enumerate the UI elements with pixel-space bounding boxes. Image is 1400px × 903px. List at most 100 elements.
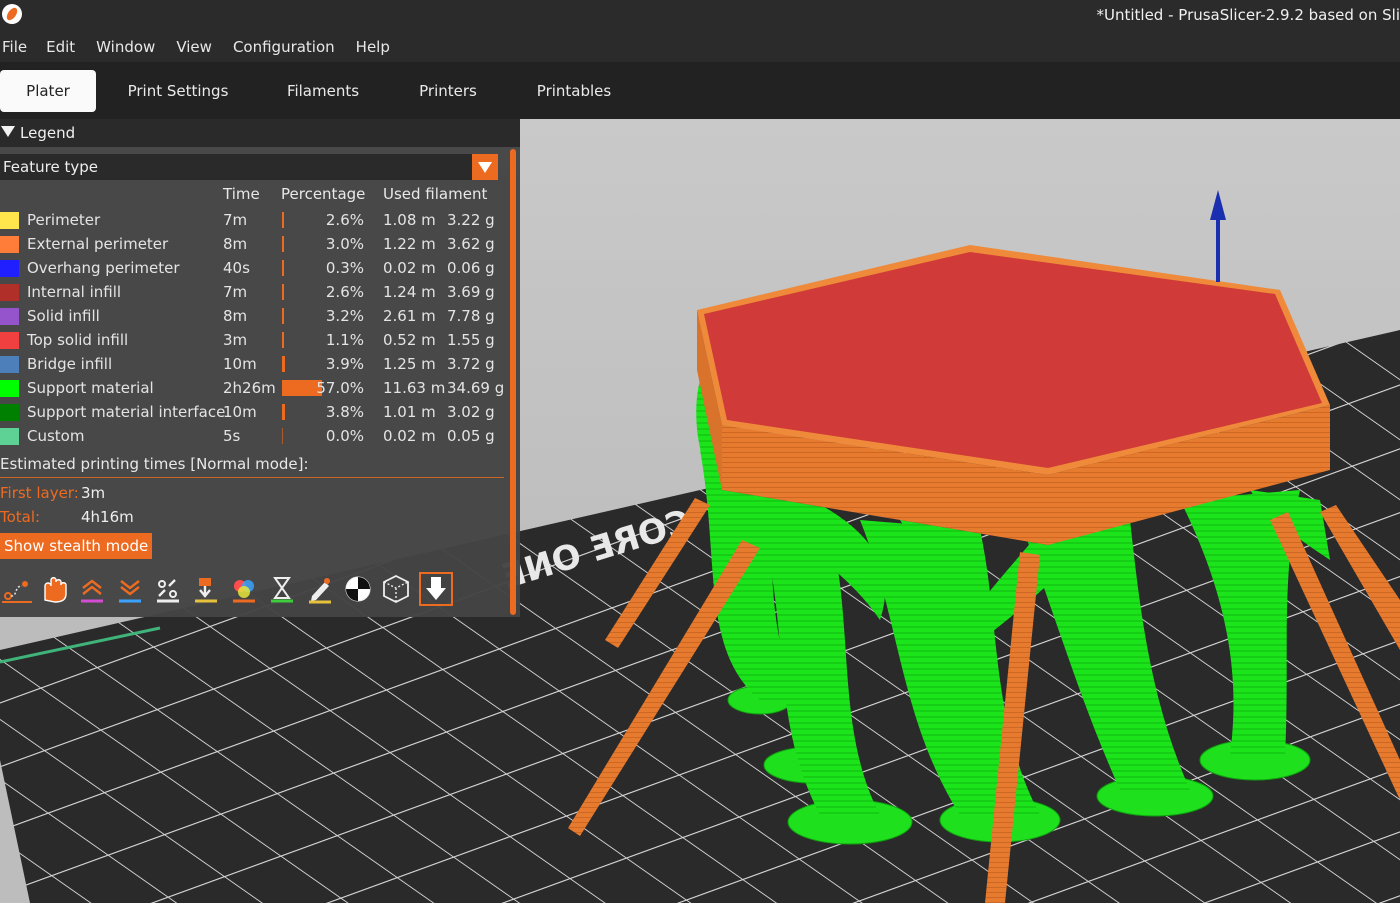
estimated-times-label: Estimated printing times [Normal mode]: <box>0 455 309 473</box>
legend-row-overhang-perimeter[interactable]: Overhang perimeter 40s 0.3% 0.02 m 0.06 g <box>0 257 505 281</box>
color-swatch[interactable] <box>0 428 19 445</box>
legend-row-support-material-interface[interactable]: Support material interface 10m 3.8% 1.01 m 3… <box>0 401 505 425</box>
legend-options-toolbar <box>0 572 505 608</box>
window-title: *Untitled - PrusaSlicer-2.9.2 based on S… <box>1096 6 1400 24</box>
color-swatch[interactable] <box>0 356 19 373</box>
feature-used-meters: 1.25 m <box>383 355 436 373</box>
menu-file[interactable]: File <box>0 38 35 56</box>
legend-row-internal-infill[interactable]: Internal infill 7m 2.6% 1.24 m 3.69 g <box>0 281 505 305</box>
feature-percentage: 3.2% <box>325 307 364 325</box>
legend-row-perimeter[interactable]: Perimeter 7m 2.6% 1.08 m 3.22 g <box>0 209 505 233</box>
percentage-bar <box>282 356 285 372</box>
tab-printables[interactable]: Printables <box>528 70 620 112</box>
feature-percentage: 3.8% <box>325 403 364 421</box>
color-swatch[interactable] <box>0 260 19 277</box>
feature-name: Solid infill <box>27 307 100 325</box>
feature-used-grams: 3.72 g <box>447 355 495 373</box>
feature-used-grams: 3.69 g <box>447 283 495 301</box>
legend-header[interactable]: Legend <box>0 119 520 147</box>
feature-used-grams: 3.62 g <box>447 235 495 253</box>
prusaslicer-window: CORE ONE *Untitled - PrusaSlicer-2.9.2 b… <box>0 0 1400 903</box>
legend-row-external-perimeter[interactable]: External perimeter 8m 3.0% 1.22 m 3.62 g <box>0 233 505 257</box>
tab-bar: Plater Print Settings Filaments Printers… <box>0 62 1400 119</box>
feature-name: Overhang perimeter <box>27 259 180 277</box>
feature-name: Internal infill <box>27 283 122 301</box>
feature-used-meters: 1.24 m <box>383 283 436 301</box>
color-swatch[interactable] <box>0 308 19 325</box>
color-swatch[interactable] <box>0 380 19 397</box>
first-layer-value: 3m <box>81 484 106 502</box>
feature-name: Custom <box>27 427 85 445</box>
center-of-gravity-icon[interactable] <box>341 572 375 606</box>
feature-percentage: 0.0% <box>325 427 364 445</box>
travel-icon[interactable] <box>0 572 34 606</box>
feature-used-grams: 0.06 g <box>447 259 495 277</box>
color-swatch[interactable] <box>0 404 19 421</box>
tab-plater[interactable]: Plater <box>0 70 96 112</box>
pause-prints-icon[interactable] <box>265 572 299 606</box>
feature-used-grams: 0.05 g <box>447 427 495 445</box>
percentage-bar <box>282 404 285 420</box>
feature-name: Support material interface <box>27 403 226 421</box>
seams-icon[interactable] <box>151 572 185 606</box>
feature-percentage: 2.6% <box>325 211 364 229</box>
color-changes-icon[interactable] <box>227 572 261 606</box>
dropdown-arrow-icon[interactable] <box>472 154 498 180</box>
total-label: Total: <box>0 508 41 526</box>
percentage-bar <box>282 212 284 228</box>
percentage-bar <box>282 284 284 300</box>
menu-configuration[interactable]: Configuration <box>230 38 343 56</box>
feature-time: 8m <box>223 307 248 325</box>
legend-row-top-solid-infill[interactable]: Top solid infill 3m 1.1% 0.52 m 1.55 g <box>0 329 505 353</box>
menu-view[interactable]: View <box>173 38 220 56</box>
color-swatch[interactable] <box>0 332 19 349</box>
feature-used-meters: 0.02 m <box>383 427 436 445</box>
menu-window[interactable]: Window <box>93 38 163 56</box>
legend-row-bridge-infill[interactable]: Bridge infill 10m 3.9% 1.25 m 3.72 g <box>0 353 505 377</box>
menu-edit[interactable]: Edit <box>43 38 83 56</box>
feature-name: Support material <box>27 379 154 397</box>
feature-used-meters: 2.61 m <box>383 307 436 325</box>
feature-percentage: 0.3% <box>325 259 364 277</box>
legend-title: Legend <box>20 124 76 142</box>
feature-used-meters: 0.52 m <box>383 331 436 349</box>
feature-time: 3m <box>223 331 248 349</box>
title-bar: *Untitled - PrusaSlicer-2.9.2 based on S… <box>0 0 1400 32</box>
view-type-combo[interactable]: Feature type <box>0 154 498 180</box>
feature-used-grams: 34.69 g <box>447 379 505 397</box>
feature-time: 5s <box>223 427 241 445</box>
feature-used-grams: 3.02 g <box>447 403 495 421</box>
legend-row-solid-infill[interactable]: Solid infill 8m 3.2% 2.61 m 7.78 g <box>0 305 505 329</box>
legend-row-custom[interactable]: Custom 5s 0.0% 0.02 m 0.05 g <box>0 425 505 449</box>
collapse-caret-icon[interactable] <box>1 126 15 137</box>
percentage-bar <box>282 332 284 348</box>
color-swatch[interactable] <box>0 284 19 301</box>
legend-scrollbar[interactable] <box>510 149 516 615</box>
tab-filaments[interactable]: Filaments <box>276 70 370 112</box>
column-header-time: Time <box>223 185 260 203</box>
feature-time: 7m <box>223 211 248 229</box>
percentage-bar <box>282 308 285 324</box>
feature-time: 7m <box>223 283 248 301</box>
deretractions-icon[interactable] <box>113 572 147 606</box>
color-swatch[interactable] <box>0 212 19 229</box>
feature-used-meters: 1.01 m <box>383 403 436 421</box>
total-value: 4h16m <box>81 508 134 526</box>
feature-name: Top solid infill <box>27 331 129 349</box>
separator <box>0 477 504 478</box>
menu-help[interactable]: Help <box>353 38 398 56</box>
wipe-icon[interactable] <box>37 572 71 606</box>
color-swatch[interactable] <box>0 236 19 253</box>
feature-time: 2h26m <box>223 379 276 397</box>
feature-name: Bridge infill <box>27 355 113 373</box>
show-stealth-mode-button[interactable]: Show stealth mode <box>0 533 153 559</box>
custom-gcodes-icon[interactable] <box>303 572 337 606</box>
retractions-icon[interactable] <box>75 572 109 606</box>
tool-marker-icon[interactable] <box>419 572 453 606</box>
tool-changes-icon[interactable] <box>189 572 223 606</box>
tab-printers[interactable]: Printers <box>408 70 488 112</box>
tab-print-settings[interactable]: Print Settings <box>118 70 238 112</box>
feature-time: 8m <box>223 235 248 253</box>
shells-icon[interactable] <box>379 572 413 606</box>
legend-row-support-material[interactable]: Support material 2h26m 57.0% 11.63 m 34.69 g <box>0 377 505 401</box>
